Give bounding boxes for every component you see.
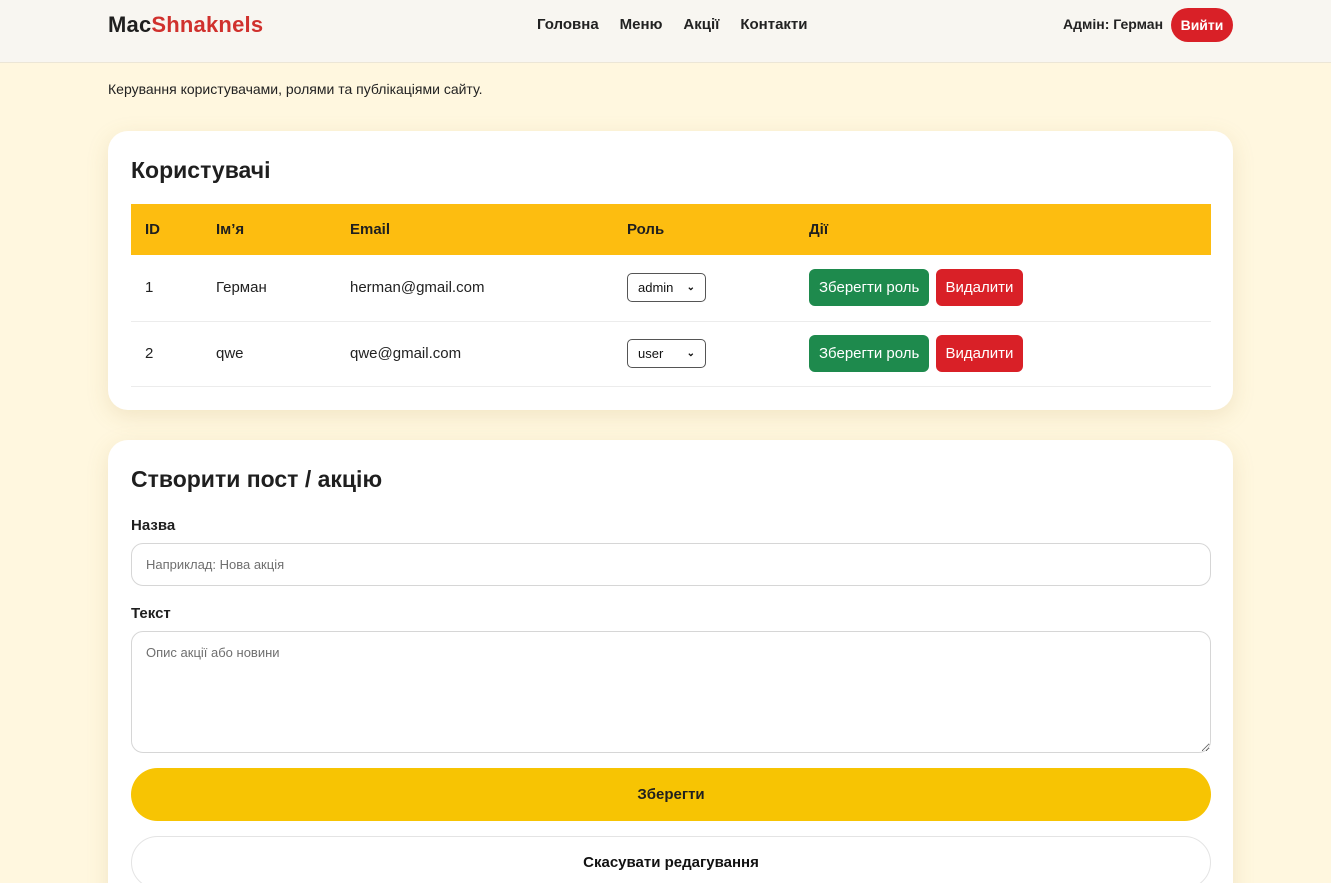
- column-header-email: Email: [350, 221, 391, 238]
- create-post-card: Створити пост / акцію Назва Текст Зберег…: [108, 440, 1233, 883]
- role-select[interactable]: user ⌄: [627, 339, 706, 368]
- save-role-button[interactable]: Зберегти роль: [809, 335, 930, 372]
- delete-user-button[interactable]: Видалити: [935, 335, 1024, 372]
- create-post-title: Створити пост / акцію: [131, 466, 383, 492]
- post-title-label: Назва: [131, 517, 176, 534]
- column-header-id: ID: [145, 221, 160, 238]
- post-title-input[interactable]: [131, 543, 1211, 586]
- site-logo[interactable]: MacShnaknels: [108, 12, 263, 38]
- post-text-label: Текст: [131, 605, 171, 622]
- chevron-down-icon: ⌄: [686, 348, 695, 359]
- top-navbar: MacShnaknels Головна Меню Акції Контакти…: [0, 0, 1331, 63]
- users-card: Користувачі ID Ім’я Email Роль Дії 1 Гер…: [108, 131, 1233, 410]
- column-header-actions: Дії: [809, 221, 829, 238]
- nav-link-promos[interactable]: Акції: [683, 16, 719, 33]
- users-table: ID Ім’я Email Роль Дії 1 Герман herman@g…: [131, 204, 1211, 387]
- save-post-button[interactable]: Зберегти: [131, 768, 1211, 821]
- main-nav: Головна Меню Акції Контакти: [537, 16, 808, 33]
- role-select-value: admin: [638, 280, 674, 296]
- chevron-down-icon: ⌄: [686, 282, 695, 294]
- admin-user-label: Адмін: Герман: [1063, 16, 1164, 32]
- table-row: 1 Герман herman@gmail.com admin ⌄ Зберег…: [131, 255, 1211, 321]
- table-row: 2 qwe qwe@gmail.com user ⌄ Зберегти роль…: [131, 321, 1211, 386]
- role-select[interactable]: admin ⌄: [627, 273, 706, 303]
- user-name: qwe: [216, 345, 244, 362]
- column-header-role: Роль: [627, 221, 665, 238]
- table-header-row: ID Ім’я Email Роль Дії: [131, 204, 1211, 255]
- users-title: Користувачі: [131, 157, 271, 183]
- nav-link-contacts[interactable]: Контакти: [740, 16, 807, 33]
- delete-user-button[interactable]: Видалити: [935, 269, 1024, 307]
- column-header-name: Ім’я: [216, 221, 245, 238]
- user-id: 2: [145, 345, 154, 362]
- logo-prefix: Mac: [108, 12, 152, 37]
- user-email: herman@gmail.com: [350, 279, 485, 297]
- nav-link-menu[interactable]: Меню: [620, 16, 663, 33]
- nav-link-home[interactable]: Головна: [537, 16, 599, 33]
- cancel-edit-button[interactable]: Скасувати редагування: [131, 836, 1211, 883]
- user-id: 1: [145, 279, 154, 297]
- post-text-input[interactable]: [131, 631, 1211, 753]
- save-role-button[interactable]: Зберегти роль: [809, 269, 930, 307]
- user-name: Герман: [216, 279, 267, 297]
- user-email: qwe@gmail.com: [350, 345, 462, 362]
- page-intro: Керування користувачами, ролями та публі…: [108, 81, 483, 97]
- role-select-value: user: [638, 346, 664, 361]
- logout-button[interactable]: Вийти: [1171, 8, 1233, 42]
- logo-accent: Shnaknels: [151, 12, 264, 37]
